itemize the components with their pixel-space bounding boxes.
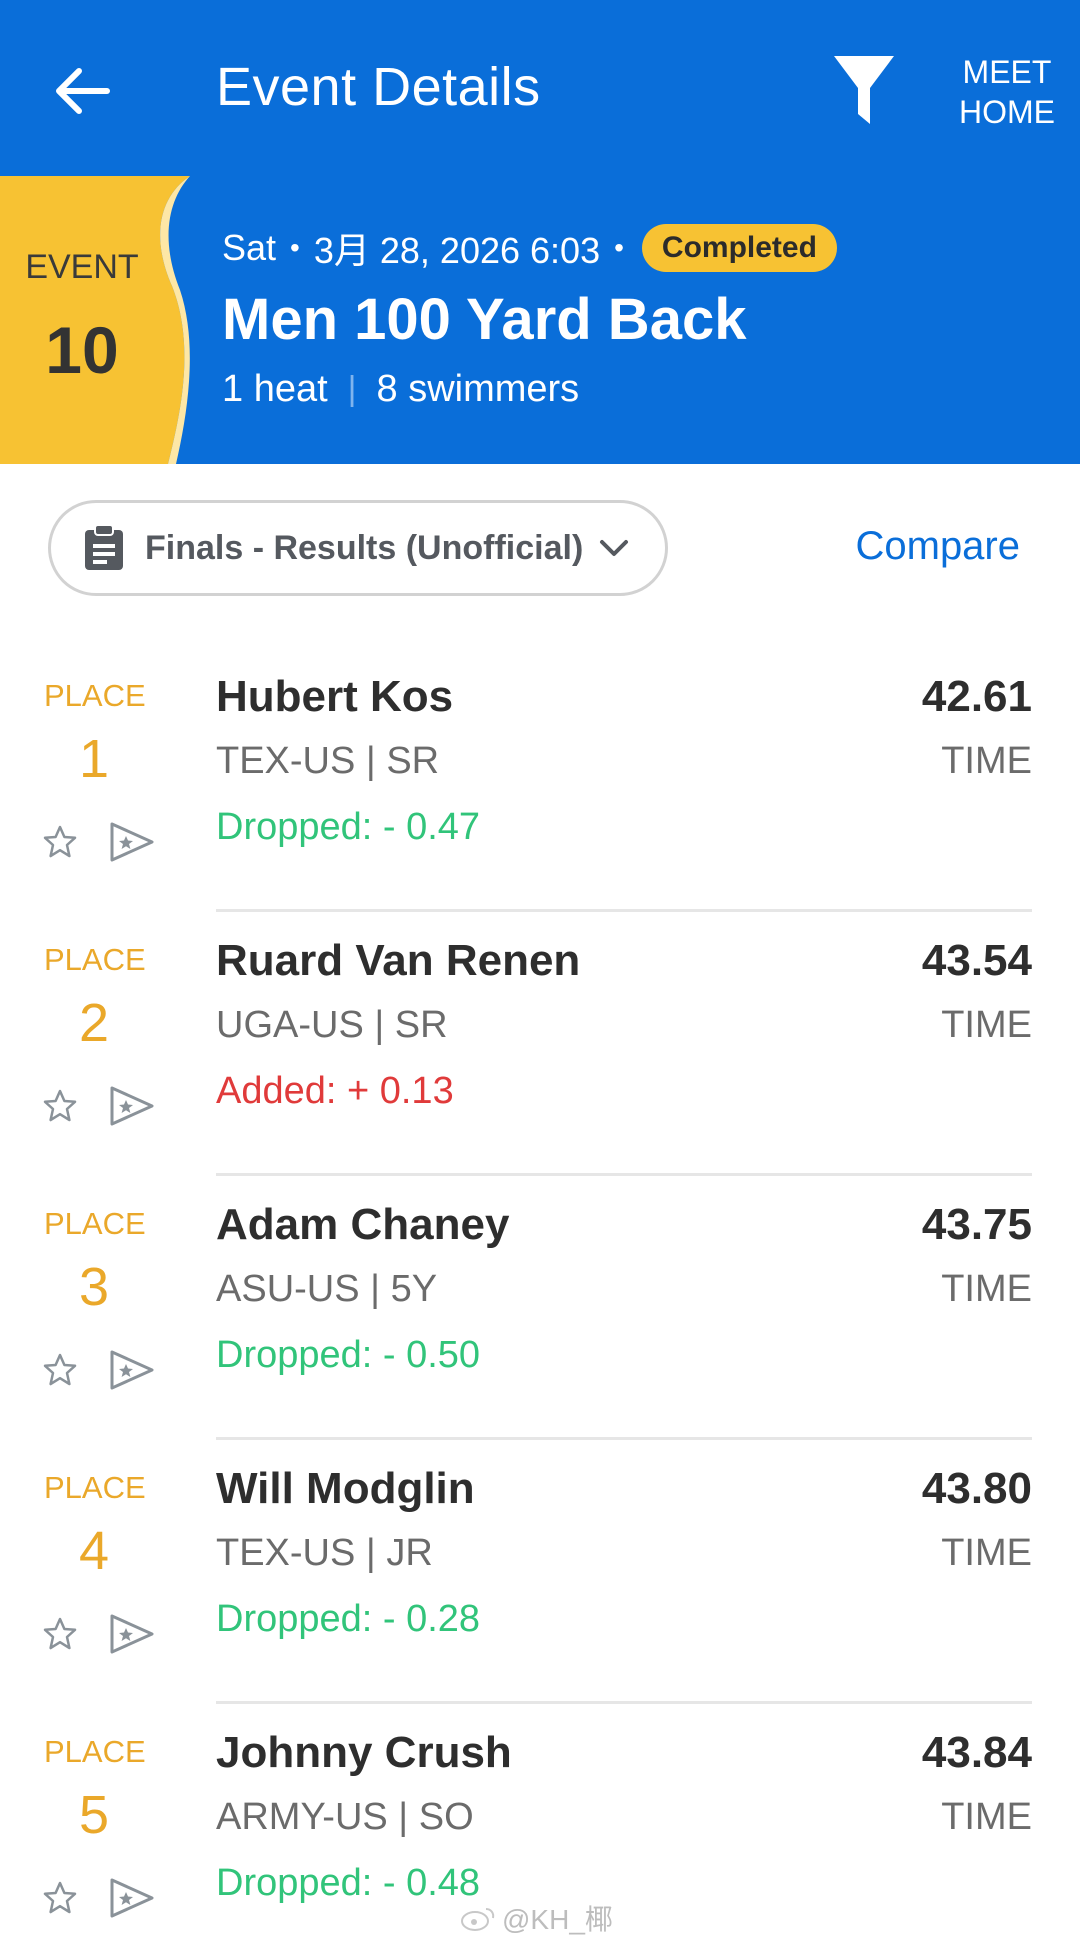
place-label: PLACE [44, 678, 146, 713]
swimmer-team: TEX-US | JR [216, 1532, 433, 1574]
time-label: TIME [941, 740, 1032, 782]
swim-time: 43.80 [921, 1464, 1032, 1513]
place-number: 3 [78, 1257, 110, 1317]
swimmer-name: Adam Chaney [216, 1200, 510, 1249]
filter-button[interactable] [830, 52, 898, 128]
status-badge: Completed [641, 224, 837, 272]
star-outline-icon[interactable] [42, 824, 78, 860]
page-title: Event Details [216, 57, 541, 117]
back-button[interactable] [50, 58, 116, 124]
time-delta: Dropped: - 0.50 [216, 1334, 481, 1376]
star-outline-icon[interactable] [42, 1616, 78, 1652]
star-outline-icon[interactable] [42, 1880, 78, 1916]
place-number: 2 [78, 993, 110, 1053]
time-label: TIME [941, 1532, 1032, 1574]
funnel-icon [834, 56, 894, 124]
event-meta: Sat • 3月 28, 2026 6:03 • Completed [222, 222, 837, 274]
time-delta: Dropped: - 0.47 [216, 806, 481, 848]
event-datetime: 3月 28, 2026 6:03 [313, 230, 601, 271]
place-label: PLACE [44, 1206, 146, 1241]
arrow-left-icon [56, 68, 110, 114]
time-label: TIME [941, 1796, 1032, 1838]
star-outline-icon[interactable] [42, 1088, 78, 1124]
event-number: 10 [45, 313, 119, 387]
swimmer-name: Ruard Van Renen [216, 936, 581, 985]
watermark: @KH_椰 [460, 1898, 613, 1938]
swimmer-team: UGA-US | SR [216, 1004, 448, 1046]
separator-dot: • [290, 232, 300, 263]
weibo-icon [461, 1908, 495, 1931]
time-delta: Dropped: - 0.28 [216, 1598, 481, 1640]
pennant-star-icon[interactable] [108, 1346, 156, 1394]
swimmer-team: TEX-US | SR [216, 740, 440, 782]
place-label: PLACE [44, 942, 146, 977]
swimmer-team: ASU-US | 5Y [216, 1268, 438, 1310]
event-stats: 1 heat | 8 swimmers [222, 368, 579, 411]
time-label: TIME [941, 1268, 1032, 1310]
compare-link[interactable]: Compare [855, 524, 1020, 569]
swimmer-team: ARMY-US | SO [216, 1796, 474, 1838]
place-number: 1 [78, 729, 110, 789]
result-row[interactable]: PLACE 3 Adam Chaney ASU-US | 5Y Dropped:… [0, 1176, 1080, 1440]
pennant-star-icon[interactable] [108, 1082, 156, 1130]
time-delta: Added: + 0.13 [216, 1070, 454, 1112]
place-label: PLACE [44, 1734, 146, 1769]
result-row[interactable]: PLACE 1 Hubert Kos TEX-US | SR Dropped: … [0, 648, 1080, 912]
pennant-star-icon[interactable] [108, 1874, 156, 1922]
event-number-badge: EVENT 10 [0, 176, 200, 464]
stats-divider: | [347, 370, 357, 408]
event-header: EVENT 10 Sat • 3月 28, 2026 6:03 • Comple… [0, 176, 1080, 464]
result-row[interactable]: PLACE 4 Will Modglin TEX-US | JR Dropped… [0, 1440, 1080, 1704]
app-bar: Event Details MEET HOME [0, 0, 1080, 176]
place-number: 4 [78, 1521, 110, 1581]
clipboard-icon [85, 524, 123, 570]
watermark-text: @KH_椰 [502, 1904, 613, 1935]
separator-dot: • [614, 232, 624, 263]
swim-time: 43.54 [921, 936, 1032, 985]
swimmer-name: Johnny Crush [216, 1728, 512, 1777]
place-label: PLACE [44, 1470, 146, 1505]
results-list: PLACE 1 Hubert Kos TEX-US | SR Dropped: … [0, 648, 1080, 1945]
swimmer-name: Will Modglin [216, 1464, 475, 1513]
star-outline-icon[interactable] [42, 1352, 78, 1388]
pennant-star-icon[interactable] [108, 818, 156, 866]
result-row[interactable]: PLACE 2 Ruard Van Renen UGA-US | SR Adde… [0, 912, 1080, 1176]
pennant-star-icon[interactable] [108, 1610, 156, 1658]
chevron-down-icon [600, 540, 629, 556]
results-type-label: Finals - Results (Unofficial) [145, 528, 584, 567]
place-number: 5 [78, 1785, 110, 1845]
time-label: TIME [941, 1004, 1032, 1046]
meet-home-line1: MEET [962, 54, 1052, 90]
swimmer-name: Hubert Kos [216, 672, 454, 721]
meet-home-button[interactable]: MEET HOME [952, 52, 1062, 132]
swim-time: 42.61 [921, 672, 1032, 721]
event-day: Sat [222, 227, 277, 268]
event-name: Men 100 Yard Back [222, 287, 747, 352]
swimmer-count: 8 swimmers [376, 368, 580, 410]
results-type-dropdown[interactable]: Finals - Results (Unofficial) [48, 500, 668, 596]
heat-count: 1 heat [222, 368, 328, 410]
swim-time: 43.84 [921, 1728, 1032, 1777]
meet-home-line2: HOME [959, 94, 1055, 130]
swim-time: 43.75 [921, 1200, 1032, 1249]
time-delta: Dropped: - 0.48 [216, 1862, 481, 1904]
event-label: EVENT [25, 248, 139, 286]
